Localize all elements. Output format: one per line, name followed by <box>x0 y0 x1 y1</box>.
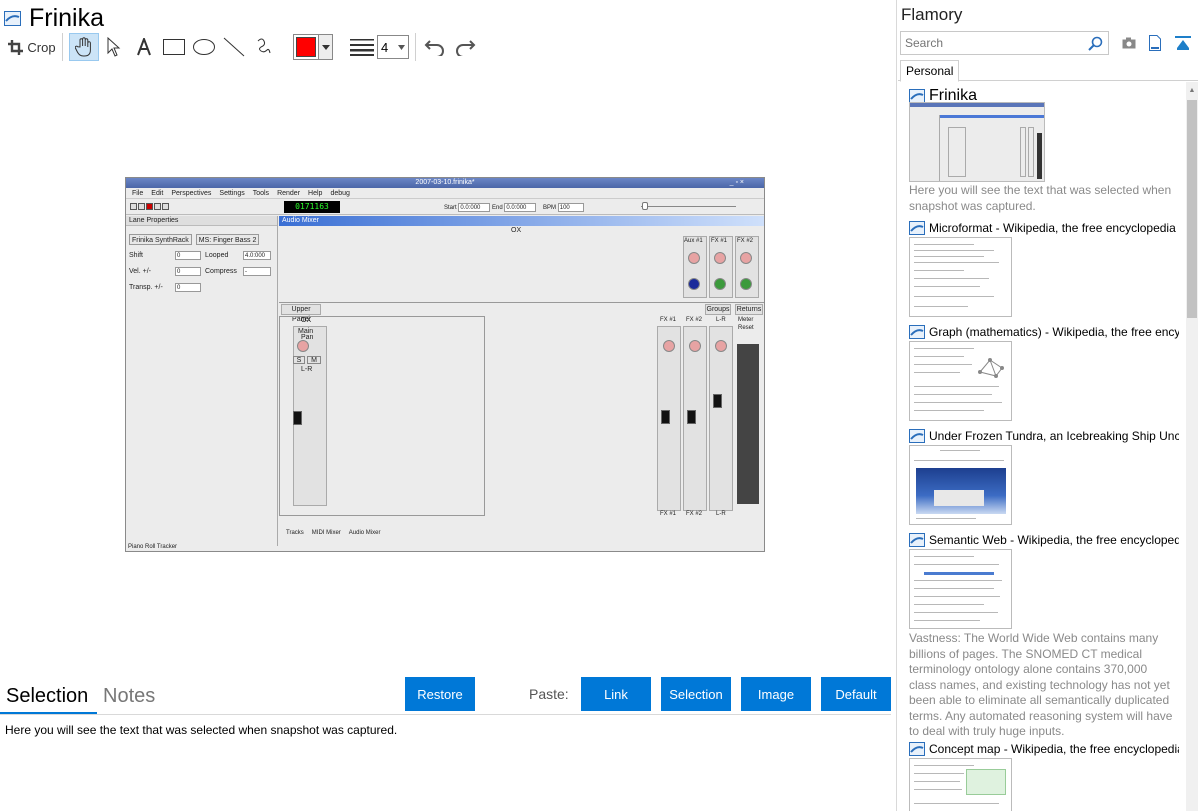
camera-button[interactable] <box>1120 34 1138 52</box>
list-item-title: Concept map - Wikipedia, the free encycl… <box>909 742 1179 756</box>
scroll-up-arrow[interactable]: ▲ <box>1186 82 1198 98</box>
document-icon <box>1149 35 1161 51</box>
list-item-title: Graph (mathematics) - Wikipedia, the fre… <box>909 325 1179 339</box>
search-input[interactable] <box>905 36 1085 50</box>
rectangle-tool-button[interactable] <box>159 33 189 61</box>
redo-button[interactable] <box>450 33 480 61</box>
freehand-tool-button[interactable] <box>249 33 279 61</box>
snapshot-image: 2007-03-10.frinika* _ ▫ × File Edit Pers… <box>125 177 765 552</box>
freehand-icon <box>257 38 271 54</box>
snapshot-time-display: 0171163 <box>284 201 340 213</box>
snapshot-window-title: 2007-03-10.frinika* _ ▫ × <box>126 178 764 188</box>
list-item[interactable]: Concept map - Wikipedia, the free encycl… <box>898 738 1184 811</box>
list-item-desc: Here you will see the text that was sele… <box>909 183 1172 213</box>
snapshot-icon <box>909 429 925 443</box>
line-width-value: 4 <box>381 39 389 55</box>
list-item[interactable]: Under Frozen Tundra, an Icebreaking Ship… <box>898 425 1184 529</box>
list-item[interactable]: Semantic Web - Wikipedia, the free encyc… <box>898 529 1184 738</box>
snapshot-thumbnail[interactable] <box>909 445 1012 525</box>
search-box[interactable] <box>900 31 1109 55</box>
paste-image-button[interactable]: Image <box>741 677 811 711</box>
snapshot-status: Piano Roll Tracker <box>128 544 178 550</box>
list-item[interactable]: Graph (mathematics) - Wikipedia, the fre… <box>898 321 1184 425</box>
scrollbar-thumb[interactable] <box>1187 100 1197 318</box>
selection-text: Here you will see the text that was sele… <box>5 723 398 737</box>
restore-button[interactable]: Restore <box>405 677 475 711</box>
snapshot-transport: 0171163 Start 0.0:000 End 0.0:000 BPM 10… <box>126 199 764 215</box>
text-icon <box>137 38 151 56</box>
toolbar: Crop 4 <box>0 32 897 62</box>
line-icon <box>223 37 245 57</box>
ellipse-icon <box>193 39 215 55</box>
undo-icon <box>424 40 444 56</box>
tab-personal[interactable]: Personal <box>900 60 960 82</box>
ellipse-tool-button[interactable] <box>189 33 219 61</box>
undo-button[interactable] <box>420 33 450 61</box>
app-window: Frinika Crop 4 2007-03-10.frinika* _ ▫ ×… <box>0 0 1198 811</box>
line-width-icon <box>349 33 375 61</box>
snapshot-list: Frinika Here you will see the text that … <box>898 82 1184 811</box>
crop-label: Crop <box>27 39 56 55</box>
list-item[interactable]: Microformat - Wikipedia, the free encycl… <box>898 217 1184 321</box>
paste-link-button[interactable]: Link <box>581 677 651 711</box>
paste-selection-button[interactable]: Selection <box>661 677 731 711</box>
snapshot-audio-mixer: Audio Mixer OX Aux #1 FX #1 FX #2 Upper … <box>279 216 764 546</box>
toolbar-separator <box>62 33 63 61</box>
search-icon[interactable] <box>1088 36 1103 51</box>
snapshot-title: Frinika <box>29 4 105 32</box>
snapshot-thumbnail[interactable] <box>909 549 1012 629</box>
sidebar-scrollbar[interactable]: ▲ <box>1186 82 1198 811</box>
hand-tool-button[interactable] <box>69 33 99 61</box>
toolbar-separator <box>415 33 416 61</box>
tab-selection[interactable]: Selection <box>6 685 88 708</box>
snapshot-lane-properties: Lane Properties Frinika SynthRack MS: Fi… <box>126 216 278 546</box>
snapshot-thumbnail[interactable] <box>909 758 1012 811</box>
pointer-icon <box>107 37 121 57</box>
tab-notes[interactable]: Notes <box>103 685 155 708</box>
rectangle-icon <box>163 39 185 55</box>
snapshot-menu: File Edit Perspectives Settings Tools Re… <box>126 188 764 199</box>
snapshot-icon <box>909 742 925 756</box>
title-row: Frinika <box>4 4 104 32</box>
tab-divider <box>0 714 891 715</box>
flamory-sidebar: Flamory Search Personal Frinika Here you… <box>898 0 1198 811</box>
snapshot-thumbnail[interactable] <box>909 341 1012 421</box>
snapshot-icon <box>909 221 925 235</box>
snapshot-icon <box>909 89 925 103</box>
sidebar-app-name: Flamory <box>901 5 963 24</box>
main-pane: Frinika Crop 4 2007-03-10.frinika* _ ▫ ×… <box>0 0 897 811</box>
list-item-title: Under Frozen Tundra, an Icebreaking Ship… <box>909 429 1179 443</box>
redo-icon <box>456 40 476 56</box>
list-item[interactable]: Frinika Here you will see the text that … <box>898 82 1184 217</box>
snapshot-bottom-tabs: Tracks MIDI Mixer Audio Mixer <box>286 530 381 536</box>
line-width-select[interactable]: 4 <box>377 35 409 59</box>
snapshot-canvas[interactable]: 2007-03-10.frinika* _ ▫ × File Edit Pers… <box>0 62 896 677</box>
select-tool-button[interactable] <box>99 33 129 61</box>
snapshot-thumbnail[interactable] <box>909 237 1012 317</box>
snapshot-icon <box>909 533 925 547</box>
sidebar-tabbar: Personal <box>898 60 1198 82</box>
list-item-title: Semantic Web - Wikipedia, the free encyc… <box>909 533 1179 547</box>
hand-icon <box>75 37 91 57</box>
bottom-tab-bar: Selection Notes Restore Paste: Link Sele… <box>0 677 896 715</box>
collapse-top-icon <box>1175 36 1191 50</box>
paste-default-button[interactable]: Default <box>821 677 891 711</box>
chevron-down-icon <box>398 44 405 50</box>
camera-icon <box>1122 37 1136 49</box>
color-swatch <box>296 37 316 57</box>
crop-icon <box>8 39 24 55</box>
chevron-down-icon <box>318 35 332 59</box>
snapshot-thumbnail[interactable] <box>909 102 1045 182</box>
line-tool-button[interactable] <box>219 33 249 61</box>
document-button[interactable] <box>1146 34 1164 52</box>
collapse-button[interactable] <box>1174 34 1192 52</box>
list-item-title: Microformat - Wikipedia, the free encycl… <box>909 221 1179 235</box>
app-icon <box>4 10 21 26</box>
crop-button[interactable]: Crop <box>6 33 58 61</box>
snapshot-icon <box>909 325 925 339</box>
list-item-desc: Vastness: The World Wide Web contains ma… <box>909 631 1173 738</box>
paste-label: Paste: <box>529 686 569 702</box>
text-tool-button[interactable] <box>129 33 159 61</box>
color-picker[interactable] <box>293 34 333 60</box>
